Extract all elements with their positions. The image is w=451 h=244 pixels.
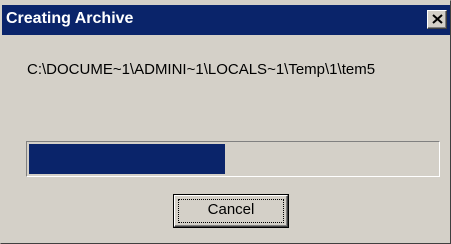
progress-bar bbox=[26, 141, 440, 177]
progress-bar-fill bbox=[29, 144, 225, 174]
cancel-button[interactable]: Cancel bbox=[173, 194, 289, 228]
title-bar[interactable]: Creating Archive bbox=[2, 5, 450, 35]
current-file-path: C:\DOCUME~1\ADMINI~1\LOCALS~1\Temp\1\tem… bbox=[27, 61, 376, 78]
creating-archive-dialog: Creating Archive C:\DOCUME~1\ADMINI~1\LO… bbox=[0, 0, 451, 244]
close-button[interactable] bbox=[427, 10, 447, 29]
close-x-icon bbox=[432, 14, 443, 24]
cancel-button-label: Cancel bbox=[207, 201, 255, 218]
dialog-title: Creating Archive bbox=[6, 10, 134, 27]
